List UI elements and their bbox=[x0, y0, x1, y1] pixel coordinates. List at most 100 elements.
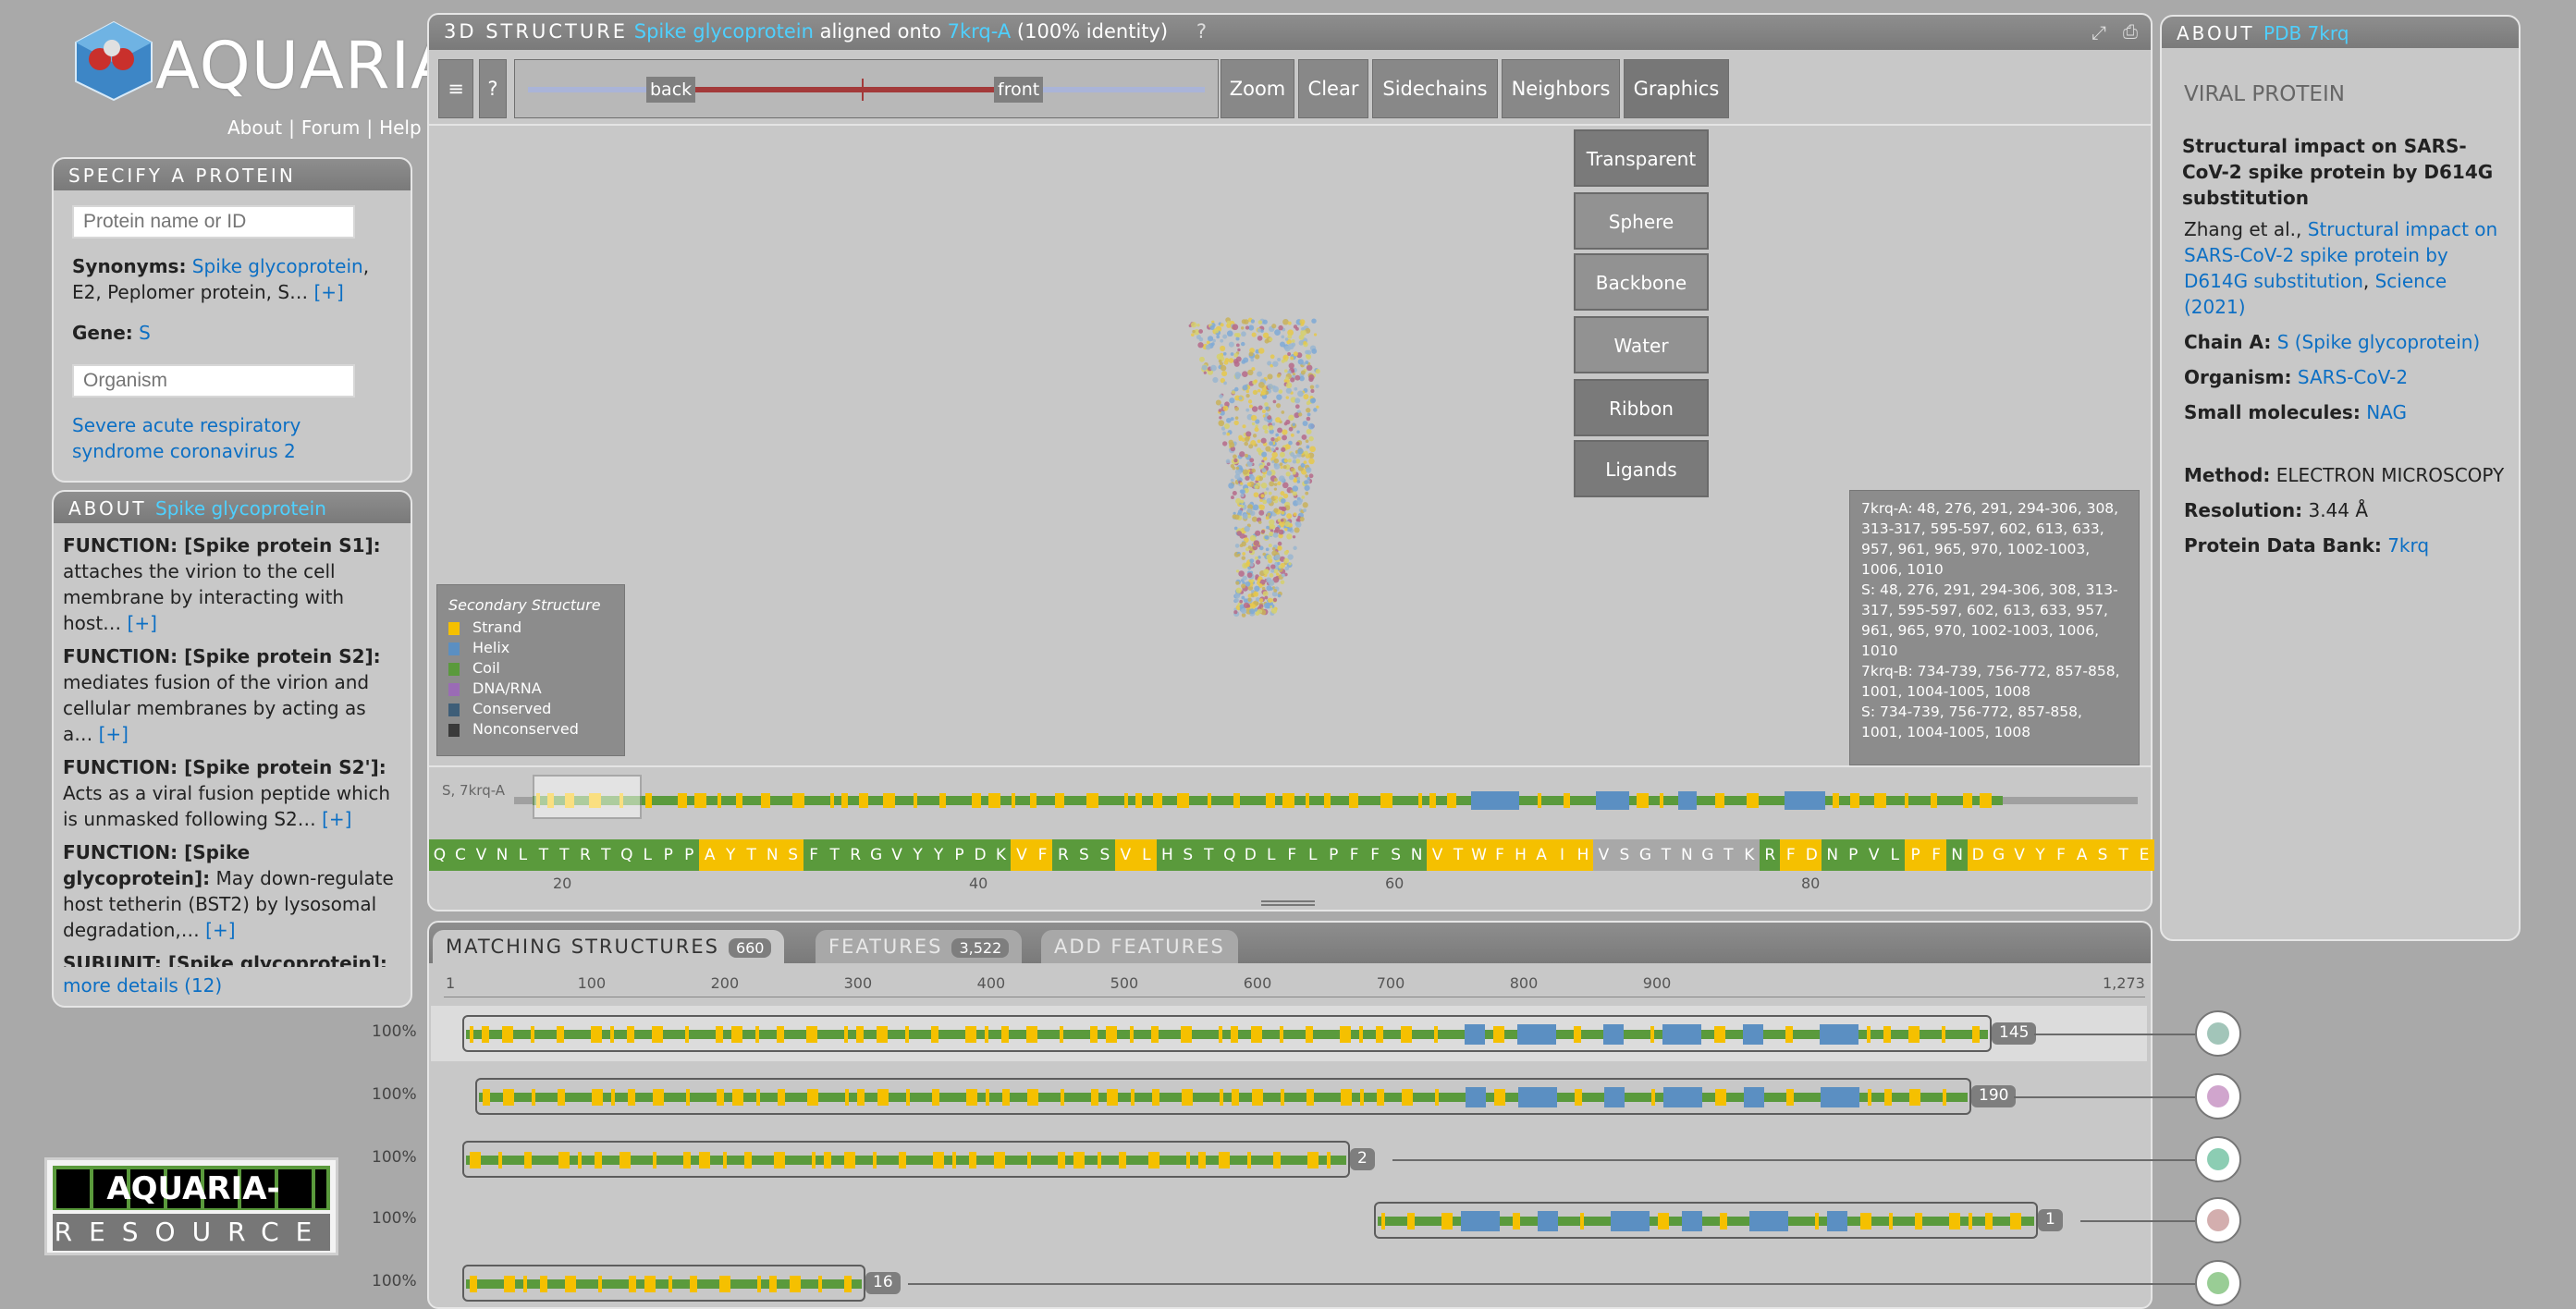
residue[interactable]: F bbox=[803, 839, 825, 871]
residue[interactable]: Y bbox=[719, 839, 742, 871]
graphics-button[interactable]: Graphics bbox=[1624, 59, 1729, 118]
pdb-id-link[interactable]: 7krq bbox=[2387, 534, 2429, 557]
slider-front-handle[interactable]: front bbox=[994, 77, 1044, 103]
structure-track-frame[interactable] bbox=[1374, 1202, 2038, 1239]
residue[interactable]: P bbox=[1842, 839, 1864, 871]
residue[interactable]: T bbox=[1655, 839, 1677, 871]
residue[interactable]: L bbox=[1135, 839, 1158, 871]
chain-link[interactable]: S (Spike glycoprotein) bbox=[2277, 331, 2481, 353]
residue[interactable]: S bbox=[2091, 839, 2114, 871]
expand-link[interactable]: [+] bbox=[128, 612, 157, 634]
organism-input[interactable] bbox=[72, 364, 355, 398]
residue[interactable]: P bbox=[678, 839, 700, 871]
aquaria-logo[interactable]: AQUARIA bbox=[72, 20, 455, 104]
aquaria-covid-badge[interactable]: AQUARIA-COVID RESOURCE bbox=[44, 1157, 338, 1255]
tab-add-features[interactable]: ADD FEATURES bbox=[1041, 930, 1238, 963]
help-icon[interactable]: ? bbox=[1196, 20, 1207, 43]
structure-thumbnail[interactable] bbox=[2195, 1073, 2241, 1119]
zoom-button[interactable]: Zoom bbox=[1221, 59, 1294, 118]
sequence-row[interactable]: QCVNLTTRTQLPPAYTNSFTRGVYYPDKVFRSSVLHSTQD… bbox=[429, 839, 2155, 871]
residue[interactable]: F bbox=[1281, 839, 1303, 871]
structure-thumbnail[interactable] bbox=[2195, 1010, 2241, 1057]
organism-link[interactable]: SARS-CoV-2 bbox=[2298, 366, 2408, 388]
residue[interactable]: G bbox=[1634, 839, 1656, 871]
overview-window[interactable] bbox=[533, 775, 642, 819]
cluster-count-badge[interactable]: 145 bbox=[1992, 1022, 2037, 1045]
residue[interactable]: T bbox=[553, 839, 575, 871]
residue[interactable]: Q bbox=[616, 839, 638, 871]
synonyms-more[interactable]: [+] bbox=[313, 281, 343, 303]
neighbors-button[interactable]: Neighbors bbox=[1502, 59, 1620, 118]
structure-track-frame[interactable] bbox=[462, 1141, 1350, 1178]
protein-search-input[interactable] bbox=[72, 205, 355, 239]
gene-link[interactable]: S bbox=[139, 322, 151, 344]
residue[interactable]: F bbox=[1364, 839, 1386, 871]
residue[interactable]: S bbox=[1177, 839, 1199, 871]
residue[interactable]: N bbox=[1946, 839, 1969, 871]
menu-icon[interactable]: ≡ bbox=[438, 59, 473, 118]
residue[interactable]: F bbox=[1489, 839, 1511, 871]
sidechains-button[interactable]: Sidechains bbox=[1372, 59, 1498, 118]
residue[interactable]: Q bbox=[1219, 839, 1241, 871]
cluster-count-badge[interactable]: 190 bbox=[1971, 1085, 2017, 1107]
residue[interactable]: T bbox=[1197, 839, 1220, 871]
more-details-link[interactable]: more details (12) bbox=[63, 973, 222, 998]
residue[interactable]: Y bbox=[927, 839, 950, 871]
residue[interactable]: L bbox=[511, 839, 534, 871]
residue[interactable]: P bbox=[657, 839, 680, 871]
water-option[interactable]: Water bbox=[1574, 316, 1709, 373]
organism-link[interactable]: Severe acute respiratory syndrome corona… bbox=[72, 412, 396, 464]
tab-features[interactable]: FEATURES 3,522 bbox=[816, 930, 1023, 963]
structure-track-frame[interactable] bbox=[462, 1015, 1992, 1052]
residue[interactable]: V bbox=[2008, 839, 2030, 871]
residue[interactable]: N bbox=[1822, 839, 1844, 871]
residue[interactable]: W bbox=[1468, 839, 1490, 871]
residue[interactable]: L bbox=[1883, 839, 1906, 871]
residue[interactable]: Y bbox=[2030, 839, 2052, 871]
residue[interactable]: F bbox=[1780, 839, 1802, 871]
residue[interactable]: R bbox=[574, 839, 596, 871]
residue[interactable]: V bbox=[1114, 839, 1136, 871]
residue[interactable]: P bbox=[1322, 839, 1344, 871]
slider-back-handle[interactable]: back bbox=[646, 77, 696, 103]
residue[interactable]: N bbox=[491, 839, 513, 871]
residue[interactable]: D bbox=[1239, 839, 1261, 871]
residue[interactable]: H bbox=[1156, 839, 1178, 871]
expand-link[interactable]: [+] bbox=[322, 808, 351, 830]
residue[interactable]: A bbox=[1530, 839, 1552, 871]
residue[interactable]: R bbox=[844, 839, 866, 871]
structure-thumbnail[interactable] bbox=[2195, 1197, 2241, 1243]
resize-handle[interactable] bbox=[1261, 900, 1315, 906]
residue[interactable]: N bbox=[1675, 839, 1698, 871]
residue[interactable]: K bbox=[990, 839, 1012, 871]
ligands-option[interactable]: Ligands bbox=[1574, 440, 1709, 497]
residue[interactable]: G bbox=[865, 839, 888, 871]
help-link[interactable]: Help bbox=[379, 116, 422, 139]
residue[interactable]: G bbox=[1988, 839, 2010, 871]
residue[interactable]: C bbox=[449, 839, 472, 871]
cluster-count-badge[interactable]: 1 bbox=[2038, 1209, 2063, 1231]
structure-thumbnail[interactable] bbox=[2195, 1136, 2241, 1182]
clear-button[interactable]: Clear bbox=[1298, 59, 1368, 118]
residue[interactable]: T bbox=[2113, 839, 2134, 871]
residue[interactable]: R bbox=[1759, 839, 1781, 871]
residue[interactable]: L bbox=[636, 839, 658, 871]
residue[interactable]: D bbox=[969, 839, 991, 871]
residue[interactable]: S bbox=[1385, 839, 1407, 871]
expand-link[interactable]: [+] bbox=[99, 723, 129, 745]
residue[interactable]: F bbox=[1925, 839, 1947, 871]
residue[interactable]: S bbox=[1613, 839, 1636, 871]
residue[interactable]: V bbox=[470, 839, 492, 871]
residue[interactable]: R bbox=[1052, 839, 1074, 871]
residue[interactable]: T bbox=[1717, 839, 1739, 871]
residue[interactable]: A bbox=[699, 839, 721, 871]
residue[interactable]: S bbox=[782, 839, 804, 871]
molecules-link[interactable]: NAG bbox=[2366, 401, 2407, 423]
residue[interactable]: H bbox=[1572, 839, 1594, 871]
synonyms-link[interactable]: Spike glycoprotein bbox=[192, 255, 363, 277]
fullscreen-icon[interactable]: ⤢ bbox=[2091, 21, 2106, 43]
residue[interactable]: P bbox=[1905, 839, 1927, 871]
backbone-option[interactable]: Backbone bbox=[1574, 253, 1709, 311]
residue[interactable]: S bbox=[1094, 839, 1116, 871]
residue[interactable]: D bbox=[1800, 839, 1822, 871]
